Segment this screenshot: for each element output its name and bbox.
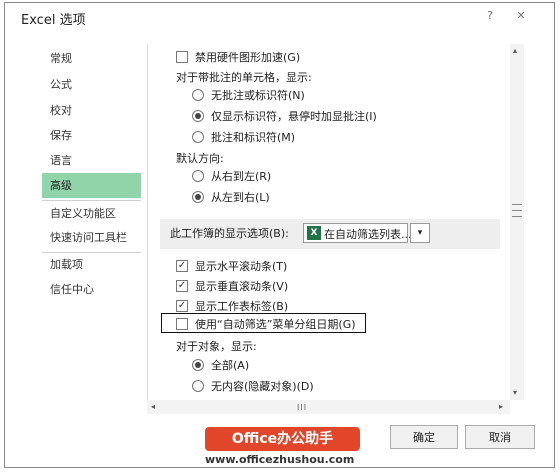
checkbox[interactable]: ✓ xyxy=(176,280,188,292)
objects-option-none[interactable]: 无内容(隐藏对象)(D) xyxy=(192,378,314,396)
radio-button[interactable] xyxy=(192,110,204,122)
sidebar-item-quick-access-toolbar[interactable]: 快速访问工具栏 xyxy=(42,225,141,250)
horizontal-scrollbar[interactable]: ◂ III ▸ xyxy=(147,400,510,414)
cancel-button[interactable]: 取消 xyxy=(465,425,535,449)
show-hscroll-option[interactable]: ✓ 显示水平滚动条(T) xyxy=(176,258,287,276)
radio-label: 仅显示标识符，悬停时加显批注(I) xyxy=(211,110,377,123)
sidebar-item-general[interactable]: 常规 xyxy=(42,46,141,71)
sidebar-item-save[interactable]: 保存 xyxy=(42,123,141,148)
checkbox-label: 显示工作表标签(B) xyxy=(195,300,289,313)
radio-label: 从左到右(L) xyxy=(211,191,270,204)
help-icon[interactable]: ? xyxy=(481,8,499,24)
sidebar-item-formulas[interactable]: 公式 xyxy=(42,72,141,97)
disable-hw-accel-checkbox[interactable] xyxy=(176,51,188,63)
radio-label: 无内容(隐藏对象)(D) xyxy=(211,380,314,393)
direction-heading: 默认方向: xyxy=(176,152,224,165)
title-bar: Excel 选项 ? ✕ xyxy=(5,3,554,29)
sidebar-item-addins[interactable]: 加载项 xyxy=(42,252,141,277)
checkbox[interactable]: ✓ xyxy=(176,260,188,272)
direction-option-rtl[interactable]: 从右到左(R) xyxy=(192,168,271,186)
radio-label: 无批注或标识符(N) xyxy=(211,89,305,102)
checkbox[interactable] xyxy=(176,318,188,330)
group-dates-autofilter-option[interactable]: 使用“自动筛选”菜单分组日期(G) xyxy=(176,316,356,334)
options-sidebar: 常规 公式 校对 保存 语言 高级 自定义功能区 快速访问工具栏 加载项 信任中… xyxy=(42,42,141,312)
sidebar-item-advanced[interactable]: 高级 xyxy=(42,173,141,198)
disable-hw-accel-option[interactable]: 禁用硬件图形加速(G) xyxy=(176,49,300,67)
radio-button[interactable] xyxy=(192,359,204,371)
watermark-url: www.officezhushou.com xyxy=(205,453,355,466)
comments-option-indicator-only[interactable]: 仅显示标识符，悬停时加显批注(I) xyxy=(192,108,377,126)
sidebar-item-trust-center[interactable]: 信任中心 xyxy=(42,277,141,302)
checkbox-label: 显示水平滚动条(T) xyxy=(195,260,288,273)
checkbox[interactable]: ✓ xyxy=(176,300,188,312)
scroll-left-icon[interactable]: ◂ xyxy=(151,402,155,411)
workbook-select[interactable]: X 在自动筛选列表... xyxy=(303,223,412,243)
vertical-scroll-thumb[interactable] xyxy=(512,199,522,229)
excel-icon: X xyxy=(307,226,321,240)
sidebar-item-language[interactable]: 语言 xyxy=(42,148,141,173)
chevron-down-icon[interactable]: ▾ xyxy=(410,223,430,243)
objects-heading: 对于对象，显示: xyxy=(176,340,257,353)
radio-button[interactable] xyxy=(192,170,204,182)
show-vscroll-option[interactable]: ✓ 显示垂直滚动条(V) xyxy=(176,278,288,296)
advanced-options-panel: 禁用硬件图形加速(G) 对于带批注的单元格，显示: 无批注或标识符(N) 仅显示… xyxy=(147,44,503,400)
comments-option-none[interactable]: 无批注或标识符(N) xyxy=(192,87,305,105)
vertical-scrollbar[interactable]: ▴ ▾ xyxy=(510,44,524,400)
radio-label: 全部(A) xyxy=(211,359,250,372)
horizontal-scroll-thumb[interactable]: III xyxy=(297,403,307,412)
checkbox-label: 显示垂直滚动条(V) xyxy=(195,280,289,293)
comments-heading: 对于带批注的单元格，显示: xyxy=(176,71,312,84)
radio-label: 批注和标识符(M) xyxy=(211,131,296,144)
workbook-display-label: 此工作簿的显示选项(B): xyxy=(170,227,289,240)
objects-option-all[interactable]: 全部(A) xyxy=(192,357,249,375)
radio-button[interactable] xyxy=(192,131,204,143)
radio-button[interactable] xyxy=(192,89,204,101)
comments-option-both[interactable]: 批注和标识符(M) xyxy=(192,129,295,147)
sidebar-item-customize-ribbon[interactable]: 自定义功能区 xyxy=(42,201,141,226)
workbook-select-value: 在自动筛选列表... xyxy=(324,228,412,241)
disable-hw-accel-label: 禁用硬件图形加速(G) xyxy=(195,51,301,64)
scroll-right-icon[interactable]: ▸ xyxy=(499,402,503,411)
dialog-title: Excel 选项 xyxy=(21,13,86,28)
watermark-badge: Office办公助手 xyxy=(205,427,360,451)
radio-button[interactable] xyxy=(192,380,204,392)
radio-label: 从右到左(R) xyxy=(211,170,272,183)
checkbox-label: 使用“自动筛选”菜单分组日期(G) xyxy=(195,318,356,331)
close-icon[interactable]: ✕ xyxy=(512,8,530,24)
direction-option-ltr[interactable]: 从左到右(L) xyxy=(192,189,270,207)
scroll-up-icon[interactable]: ▴ xyxy=(513,46,517,55)
sidebar-item-proofing[interactable]: 校对 xyxy=(42,98,141,123)
radio-button[interactable] xyxy=(192,191,204,203)
scroll-down-icon[interactable]: ▾ xyxy=(513,388,517,397)
ok-button[interactable]: 确定 xyxy=(390,425,458,449)
workbook-display-section: 此工作簿的显示选项(B): X 在自动筛选列表... ▾ xyxy=(160,219,500,249)
